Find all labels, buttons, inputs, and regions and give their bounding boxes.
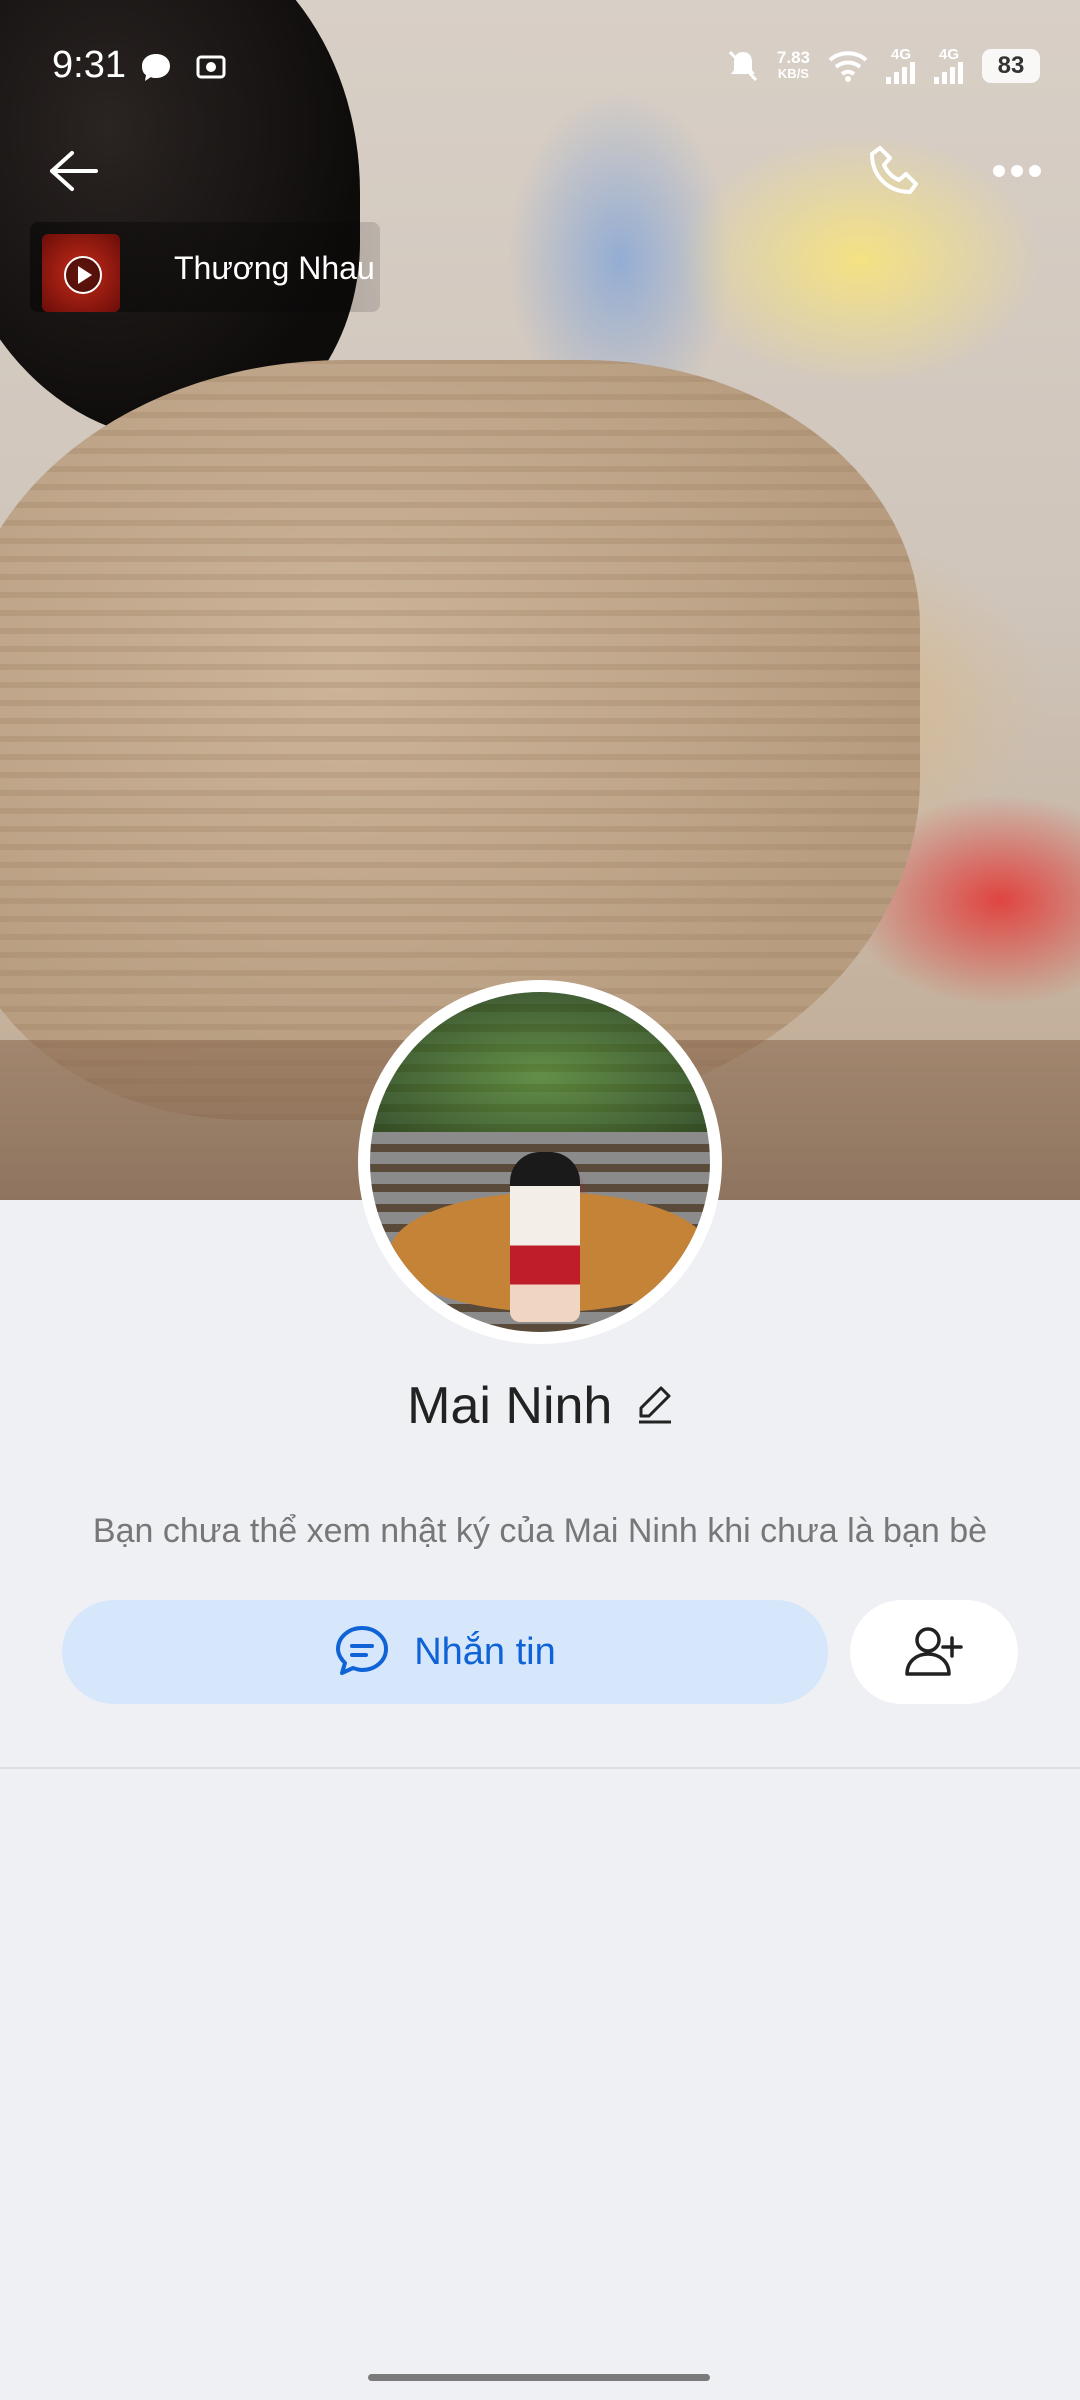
play-icon xyxy=(64,256,102,294)
arrow-left-icon xyxy=(50,151,98,191)
screenshot-icon xyxy=(196,55,226,79)
status-bar: 9:31 7.83 KB/S 4G 4G 83 xyxy=(0,0,1080,140)
privacy-note: Bạn chưa thể xem nhật ký của Mai Ninh kh… xyxy=(92,1512,988,1550)
battery-indicator: 83 xyxy=(982,49,1040,83)
message-button[interactable]: Nhắn tin xyxy=(62,1600,828,1704)
more-options-button[interactable] xyxy=(972,126,1062,216)
home-indicator[interactable] xyxy=(368,2374,710,2381)
status-left-icons xyxy=(138,52,226,86)
bell-muted-icon xyxy=(728,50,758,82)
message-button-label: Nhắn tin xyxy=(414,1630,556,1673)
signal-bars-icon xyxy=(886,62,915,84)
avatar-plants xyxy=(370,992,710,1132)
add-friend-button[interactable] xyxy=(850,1600,1018,1704)
profile-name: Mai Ninh xyxy=(407,1377,613,1435)
status-time: 9:31 xyxy=(52,44,126,86)
music-album-art xyxy=(42,234,120,312)
signal-1-label: 4G xyxy=(890,46,911,63)
net-speed-unit: KB/S xyxy=(777,66,809,81)
avatar-ring xyxy=(358,980,722,1344)
section-divider xyxy=(0,1767,1080,1769)
net-speed: 7.83 KB/S xyxy=(776,48,810,82)
chat-notification-icon xyxy=(142,54,170,81)
edit-name-button[interactable] xyxy=(637,1384,673,1429)
more-dots-icon xyxy=(993,165,1041,177)
avatar-child-figure xyxy=(510,1152,580,1322)
add-user-icon xyxy=(905,1627,963,1676)
net-speed-value: 7.83 xyxy=(776,48,810,67)
phone-icon xyxy=(870,146,918,194)
signal-2-label: 4G xyxy=(938,46,959,63)
profile-music-chip[interactable]: Thương Nhau xyxy=(30,222,380,312)
wifi-icon xyxy=(828,51,868,82)
pencil-icon xyxy=(638,1386,671,1423)
signal-bars-icon xyxy=(934,62,963,84)
signal-1: 4G xyxy=(886,46,916,84)
chat-bubble-icon xyxy=(336,1626,389,1675)
avatar[interactable] xyxy=(370,992,710,1332)
back-button[interactable] xyxy=(28,126,118,216)
status-right-icons: 7.83 KB/S 4G 4G 83 xyxy=(727,46,1040,84)
name-row: Mai Ninh xyxy=(0,1376,1080,1436)
music-title: Thương Nhau xyxy=(174,250,375,286)
signal-2: 4G xyxy=(934,46,964,84)
call-button[interactable] xyxy=(848,126,938,216)
